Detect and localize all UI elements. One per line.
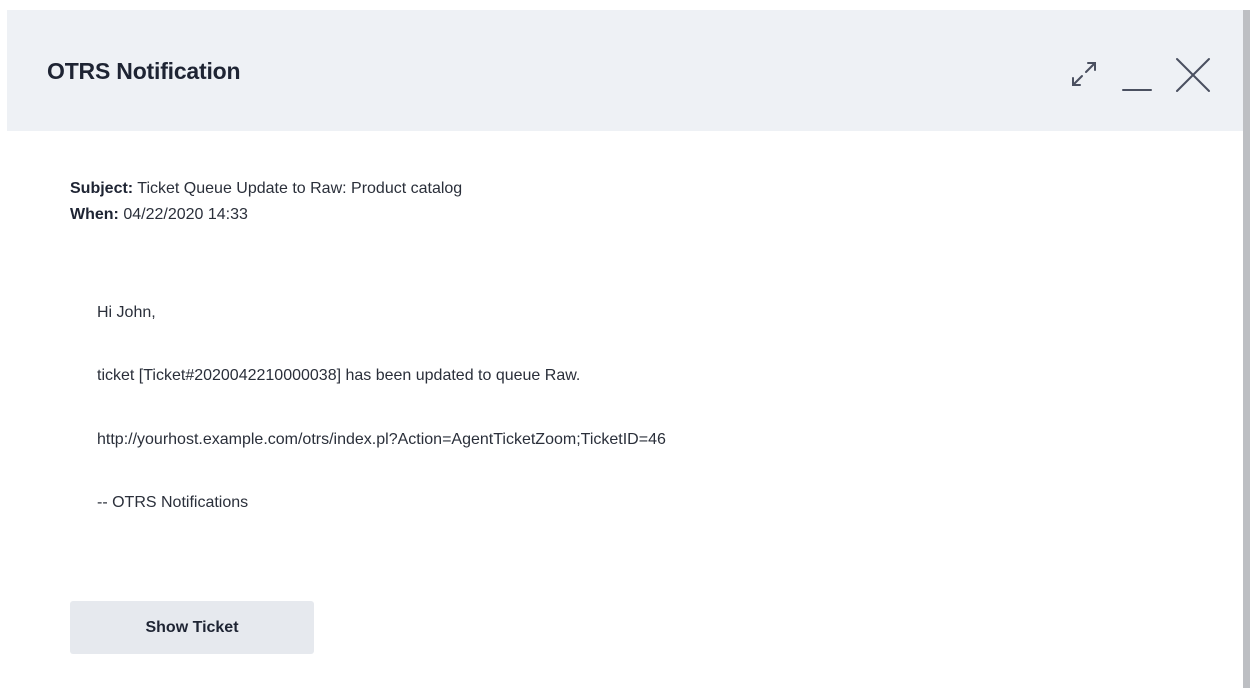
- message-body: ticket [Ticket#2020042210000038] has bee…: [97, 367, 581, 384]
- minimize-button[interactable]: [1119, 54, 1159, 94]
- close-icon: [1176, 58, 1210, 92]
- message-link: http://yourhost.example.com/otrs/index.p…: [97, 431, 666, 448]
- scrollbar[interactable]: [1243, 10, 1250, 688]
- dialog-title: OTRS Notification: [47, 58, 241, 84]
- show-ticket-button[interactable]: Show Ticket: [70, 601, 314, 654]
- subject-label: Subject:: [70, 180, 134, 197]
- dialog-header: OTRS Notification: [7, 10, 1243, 131]
- expand-icon: [1072, 62, 1096, 86]
- minimize-icon: [1122, 89, 1152, 91]
- notification-meta: Subject: Ticket Queue Update to Raw: Pro…: [70, 176, 462, 228]
- subject-row: Subject: Ticket Queue Update to Raw: Pro…: [70, 176, 462, 202]
- when-label: When:: [70, 206, 119, 223]
- subject-value: Ticket Queue Update to Raw: Product cata…: [137, 180, 463, 197]
- close-button[interactable]: [1171, 54, 1211, 94]
- when-row: When: 04/22/2020 14:33: [70, 202, 462, 228]
- when-value: 04/22/2020 14:33: [123, 206, 248, 223]
- message-signature: -- OTRS Notifications: [97, 494, 249, 511]
- message-greeting: Hi John,: [97, 304, 156, 321]
- notification-dialog: OTRS Notification Subject: Ticket Queue …: [7, 10, 1243, 688]
- expand-button[interactable]: [1064, 54, 1104, 94]
